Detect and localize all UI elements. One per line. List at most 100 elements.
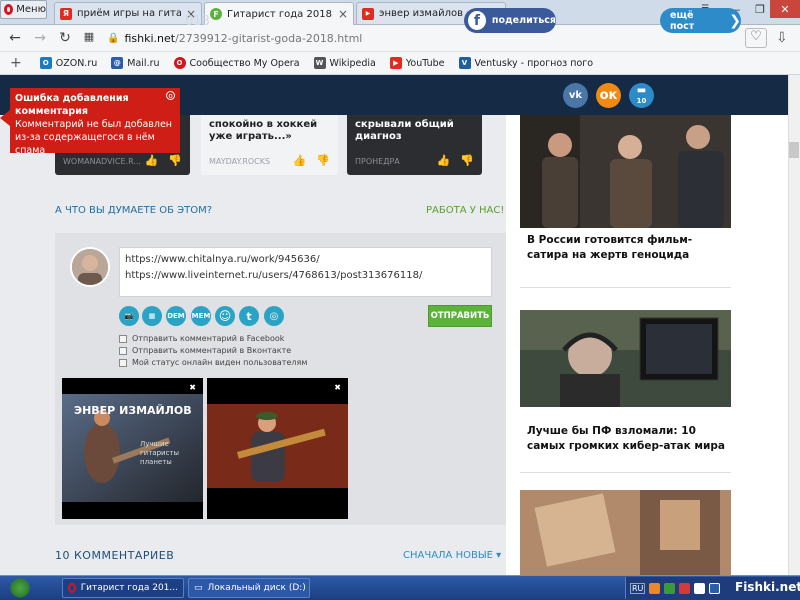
sidebar-article-image-1[interactable] [520, 115, 731, 228]
sidebar-article-image-2[interactable] [520, 310, 731, 407]
user-avatar [70, 247, 110, 287]
bookmark-label: Mail.ru [127, 57, 160, 69]
remove-attachment-icon[interactable]: ✖ [189, 383, 196, 392]
error-popup-arrow [0, 110, 10, 126]
mail-icon: @ [111, 57, 124, 69]
thumbs-down-icon[interactable]: 👎 [316, 154, 330, 167]
taskbar-item-label: Гитарист года 201... [80, 583, 178, 593]
opera-menu-button[interactable]: Меню [0, 0, 47, 19]
close-window-button[interactable]: ✕ [770, 0, 800, 18]
instagram-icon[interactable]: ◎ [264, 306, 284, 326]
facebook-share-button[interactable]: f поделиться [464, 8, 556, 33]
wikipedia-icon: W [313, 57, 326, 69]
share-label: поделиться [491, 15, 556, 26]
scrollbar-thumb[interactable] [789, 142, 799, 158]
guitarist-video-thumbnail [207, 378, 348, 519]
checkbox-online-status[interactable]: Мой статус онлайн виден пользователям [119, 358, 307, 367]
card-title: скрывали общий диагноз [355, 119, 454, 142]
video-preview-2[interactable]: ✖ [207, 378, 348, 519]
comment-line: https://www.liveinternet.ru/users/476861… [125, 270, 423, 281]
comment-bubble-icon: ▬ [636, 84, 647, 96]
movie-still-image [520, 115, 731, 228]
smiley-icon[interactable]: ☺ [215, 306, 235, 326]
back-icon[interactable]: ← [6, 30, 24, 46]
tab-fishki[interactable]: F Гитарист года 2018 × [204, 2, 354, 25]
sidebar-article-title-1[interactable]: В России готовится фильм-сатира на жертв… [527, 233, 732, 263]
interior-photo-image [520, 490, 731, 575]
comments-count-button[interactable]: ▬ 10 [629, 83, 654, 108]
comment-textarea[interactable]: https://www.chitalnya.ru/work/945636/ ht… [119, 247, 492, 297]
youtube-favicon-icon: ▶ [362, 7, 374, 20]
checkbox-box[interactable] [119, 346, 127, 355]
facebook-icon: f [468, 11, 486, 30]
card-title: спокойно в хоккей уже играть...» [209, 119, 318, 142]
bookmark-label: Wikipedia [329, 57, 376, 69]
tab-yandex[interactable]: Я приём игры на гитаре тепп × [54, 2, 202, 24]
vk-share-icon[interactable]: vk [563, 83, 588, 108]
checkbox-label: Отправить комментарий в Вконтакте [132, 346, 292, 355]
sidebar-article-title-2[interactable]: Лучше бы ПФ взломали: 10 самых громких к… [527, 424, 732, 454]
sidebar-article-image-3[interactable] [520, 490, 731, 575]
video-preview-1[interactable]: ✖ ЭНВЕР ИЗМАЙЛОВ Лучшие гитаристы планет… [62, 378, 203, 519]
taskbar-item-opera[interactable]: Гитарист года 201... [62, 578, 184, 598]
twitter-icon[interactable]: t [239, 306, 259, 326]
related-card-3[interactable]: скрывали общий диагноз ПРОНЕДРА 👍 👎 [347, 115, 482, 175]
checkbox-box[interactable] [119, 334, 127, 343]
bookmark-wikipedia[interactable]: W Wikipedia [313, 57, 376, 69]
odnoklassniki-share-icon[interactable]: ок [596, 83, 621, 108]
photo-upload-icon[interactable]: 📷 [119, 306, 139, 326]
fishki-watermark: Fishki.net [735, 580, 800, 594]
jobs-link[interactable]: РАБОТА У НАС! [426, 205, 504, 216]
bookmark-ozon[interactable]: O OZON.ru [39, 57, 97, 69]
tray-app-icon[interactable] [709, 582, 721, 594]
lock-icon: 🔒 [107, 33, 120, 44]
language-indicator[interactable]: RU [630, 582, 646, 594]
tray-app-icon[interactable] [664, 582, 676, 594]
sort-dropdown[interactable]: СНАЧАЛА НОВЫЕ ▾ [403, 550, 501, 561]
bookmark-label: Сообщество My Opera [189, 57, 300, 69]
more-post-button[interactable]: ещё пост ❯ [660, 8, 741, 33]
error-title: Ошибка добавления комментария [15, 93, 129, 117]
yandex-favicon-icon: Я [60, 7, 72, 20]
send-comment-button[interactable]: ОТПРАВИТЬ [428, 305, 492, 327]
forward-icon[interactable]: → [31, 30, 49, 46]
bookmark-label: Ventusky - прогноз пого [474, 57, 594, 69]
card-source: ПРОНЕДРА [355, 157, 400, 166]
tray-app-icon[interactable] [649, 582, 661, 594]
tray-app-icon[interactable] [679, 582, 691, 594]
reload-icon[interactable]: ↻ [56, 30, 74, 46]
add-bookmark-icon[interactable]: + [10, 55, 22, 71]
download-icon[interactable]: ⇩ [776, 30, 788, 46]
ozon-icon: O [39, 57, 52, 69]
start-button[interactable] [0, 576, 56, 600]
video-overlay-title: ЭНВЕР ИЗМАЙЛОВ [74, 404, 192, 417]
video-icon[interactable]: ▦ [142, 306, 162, 326]
taskbar-item-disk[interactable]: ▭ Локальный диск (D:) [188, 578, 310, 598]
checkbox-box[interactable] [119, 358, 127, 367]
close-icon[interactable]: o [166, 91, 175, 100]
hacker-photo-image [520, 310, 731, 407]
checkbox-facebook[interactable]: Отправить комментарий в Facebook [119, 334, 284, 343]
checkbox-vkontakte[interactable]: Отправить комментарий в Вконтакте [119, 346, 291, 355]
related-card-2[interactable]: спокойно в хоккей уже играть...» MAYDAY.… [201, 115, 338, 175]
meme-icon[interactable]: MEM [191, 306, 211, 326]
bookmark-my-opera[interactable]: O Сообщество My Opera [173, 57, 300, 69]
header-title-fragment: 018 [185, 14, 210, 29]
bookmark-ventusky[interactable]: V Ventusky - прогноз пого [458, 57, 594, 69]
thumbs-down-icon[interactable]: 👎 [460, 154, 474, 167]
tray-app-icon[interactable] [694, 582, 706, 594]
speed-dial-icon[interactable]: ▦ [80, 30, 98, 43]
bookmark-mail[interactable]: @ Mail.ru [111, 57, 160, 69]
demotivator-icon[interactable]: DEM [166, 306, 186, 326]
fishki-favicon-icon: F [210, 8, 222, 20]
remove-attachment-icon[interactable]: ✖ [334, 383, 341, 392]
close-tab-icon[interactable]: × [338, 7, 348, 21]
arrow-right-icon: ❯ [729, 12, 741, 29]
menu-label: Меню [16, 4, 46, 15]
thumbs-up-icon[interactable]: 👍 [293, 154, 307, 167]
bookmark-label: YouTube [405, 57, 445, 69]
bookmarks-bar: + O OZON.ru @ Mail.ru O Сообщество My Opera… [0, 52, 800, 75]
thumbs-up-icon[interactable]: 👍 [437, 154, 451, 167]
bookmark-heart-icon[interactable]: ♡ [745, 28, 767, 48]
bookmark-youtube[interactable]: ▶ YouTube [389, 57, 445, 69]
